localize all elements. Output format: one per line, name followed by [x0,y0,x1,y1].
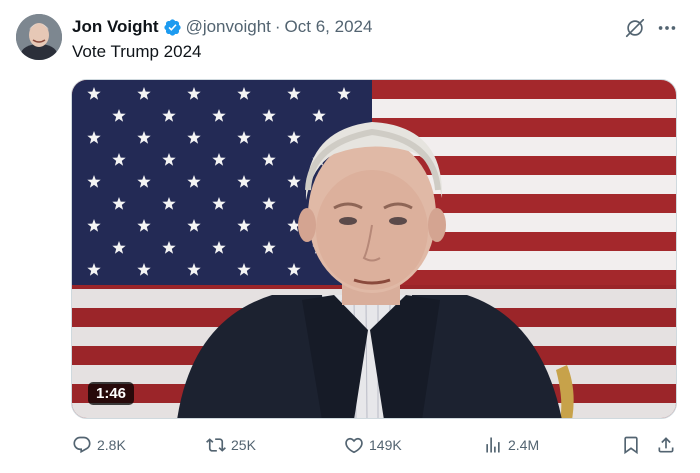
heart-icon [345,437,363,454]
tweet-header: Jon Voight @jonvoight · Oct 6, 2024 [72,16,372,38]
tweet-date[interactable]: Oct 6, 2024 [285,17,373,37]
grok-icon[interactable] [624,17,646,39]
bookmark-button[interactable] [621,432,641,458]
repost-button[interactable]: 25K [206,432,256,458]
video-duration: 1:46 [88,382,135,405]
like-button[interactable]: 149K [344,432,402,458]
avatar[interactable] [16,14,62,60]
reply-icon [73,436,91,454]
views-icon [486,437,500,453]
share-icon [658,437,674,453]
video-thumbnail [72,80,676,418]
video-player[interactable]: 1:46 [71,79,677,419]
bookmark-icon [624,436,638,455]
views-button[interactable]: 2.4M [483,432,539,458]
reply-count: 2.8K [97,437,126,453]
action-bar: 2.8K 25K 149K 2.4M [72,432,682,458]
reply-button[interactable]: 2.8K [72,432,126,458]
author-handle[interactable]: @jonvoight [186,17,271,37]
views-count: 2.4M [508,437,540,453]
verified-badge-icon[interactable] [163,18,182,37]
tweet[interactable]: Jon Voight @jonvoight · Oct 6, 2024 Vote… [0,0,700,473]
repost-icon [206,438,226,452]
author-name[interactable]: Jon Voight [72,17,159,37]
more-icon[interactable] [656,17,678,39]
repost-count: 25K [231,437,256,453]
like-count: 149K [369,437,402,453]
separator-dot: · [274,17,281,36]
share-button[interactable] [656,432,676,458]
tweet-text: Vote Trump 2024 [72,42,202,61]
